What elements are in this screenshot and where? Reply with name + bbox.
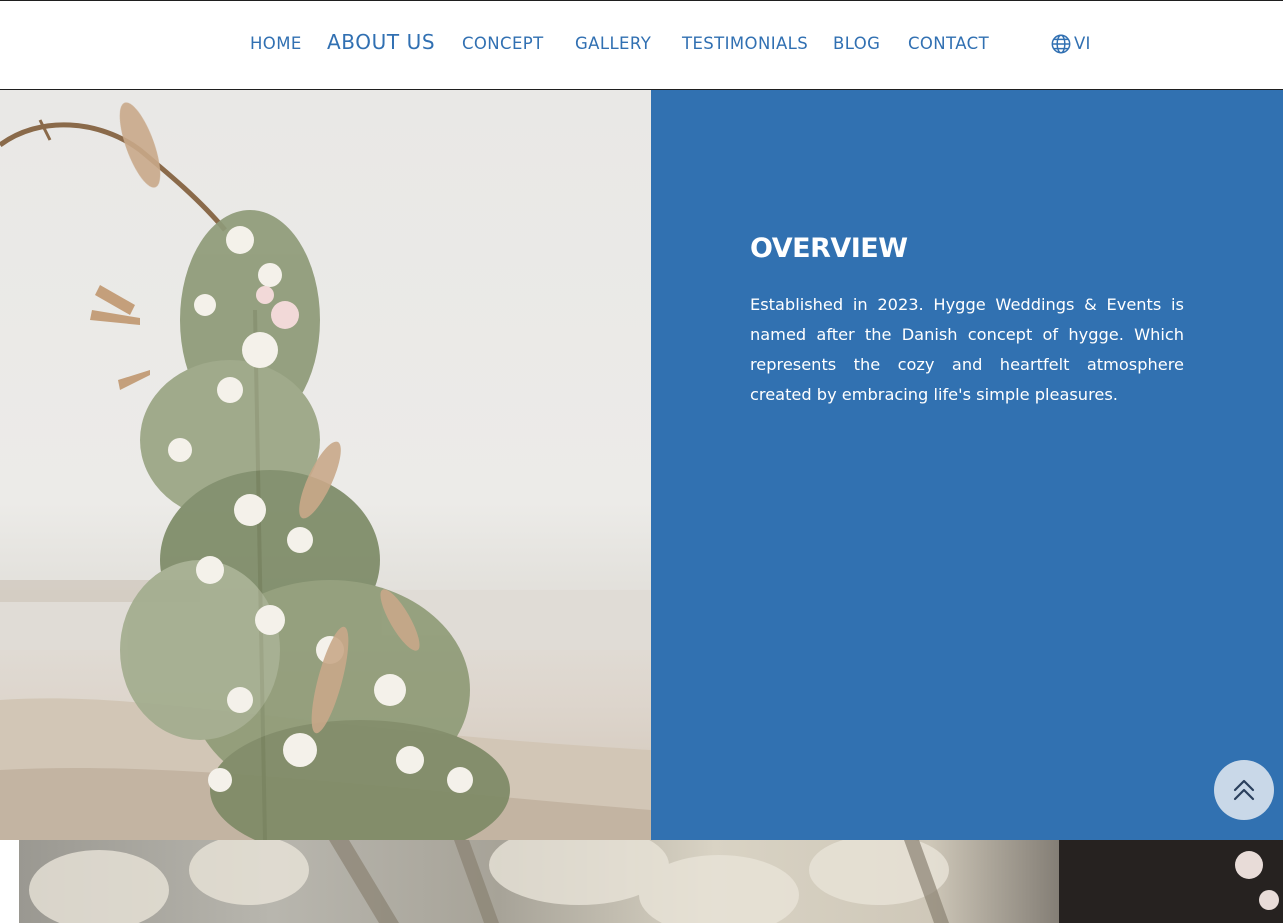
globe-icon: [1050, 33, 1072, 55]
nav-testimonials[interactable]: TESTIMONIALS: [682, 34, 808, 54]
overview-title: OVERVIEW: [750, 233, 908, 264]
nav-gallery[interactable]: GALLERY: [575, 34, 651, 54]
chevrons-up-icon: [1230, 776, 1258, 804]
nav-home[interactable]: HOME: [250, 34, 302, 54]
next-section-image: [19, 840, 1283, 923]
nav-blog[interactable]: BLOG: [833, 34, 880, 54]
scroll-top-button[interactable]: [1214, 760, 1274, 820]
language-label: VI: [1074, 34, 1091, 53]
overview-description: Established in 2023. Hygge Weddings & Ev…: [750, 295, 1184, 404]
language-switcher[interactable]: VI: [1050, 32, 1091, 56]
overview-panel: OVERVIEW Established in 2023. Hygge Wedd…: [651, 90, 1283, 840]
hero-floral-image: [0, 90, 651, 840]
nav-contact[interactable]: CONTACT: [908, 34, 989, 54]
nav-about-us[interactable]: ABOUT US: [327, 32, 435, 52]
site-header: HOME ABOUT US CONCEPT GALLERY TESTIMONIA…: [0, 0, 1283, 90]
nav-concept[interactable]: CONCEPT: [462, 34, 544, 54]
